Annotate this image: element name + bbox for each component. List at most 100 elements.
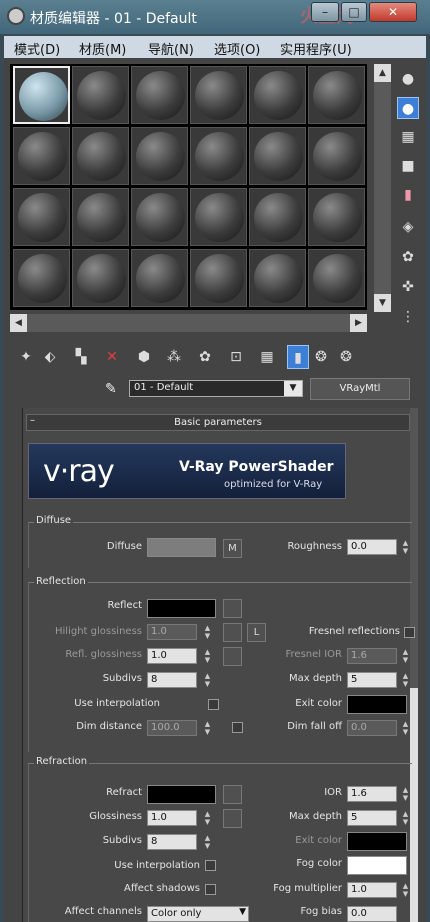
select-by-material-icon[interactable]: ✜ [397,276,419,298]
put-to-scene-icon[interactable]: ⬖ [39,345,61,369]
sample-slot[interactable] [72,188,129,246]
put-to-library-icon[interactable]: ✿ [194,345,216,369]
close-button[interactable]: ✕ [369,2,417,22]
menu-options[interactable]: 选项(O) [214,39,260,58]
lock-hilight-button[interactable]: L [247,623,266,642]
slot-horizontal-scrollbar[interactable]: ◀ ▶ [10,314,367,332]
minimize-button[interactable]: – [311,2,339,22]
sample-slot[interactable] [308,249,365,307]
eyedropper-icon[interactable]: ✎ [105,381,117,397]
refl-glossiness-input[interactable]: 1.0 [147,648,197,664]
make-preview-icon[interactable]: ◈ [397,216,419,238]
material-name-dropdown[interactable]: 01 - Default ▼ [129,380,303,397]
refl-glossiness-map-button[interactable] [223,647,242,666]
sample-slot[interactable] [72,66,129,124]
maximize-button[interactable]: □ [341,2,367,22]
sample-slot[interactable] [190,127,247,185]
rollout-header-basic-parameters[interactable]: Basic parameters [26,414,410,431]
fresnel-reflections-checkbox[interactable] [404,627,415,638]
rollout-collapse-icon[interactable]: – [30,415,35,426]
reflect-map-button[interactable] [223,599,242,618]
fog-multiplier-input[interactable]: 1.0 [347,882,397,898]
sample-slot[interactable] [190,66,247,124]
refract-color-swatch[interactable] [147,785,216,804]
scroll-down-icon[interactable]: ▼ [374,294,391,312]
sample-type-icon[interactable]: ● [397,68,419,90]
sample-slot[interactable] [190,188,247,246]
fresnel-ior-spinner[interactable]: ▲ ▼ [401,648,410,664]
refr-max-depth-input[interactable]: 5 [347,810,397,826]
menu-navigation[interactable]: 导航(N) [148,39,194,58]
material-map-navigator-icon[interactable]: ⋮ [397,306,419,328]
roughness-spinner[interactable]: ▲ ▼ [401,539,410,555]
material-type-button[interactable]: VRayMtl [310,378,410,400]
reset-map-icon[interactable]: ✕ [101,345,123,369]
menu-material[interactable]: 材质(M) [79,39,126,58]
max-depth-input[interactable]: 5 [347,672,397,688]
fog-color-swatch[interactable] [347,856,407,875]
subdivs-spinner[interactable]: ▲ ▼ [203,672,212,688]
background-icon[interactable]: ▦ [397,126,419,148]
sample-slot[interactable] [249,249,306,307]
sample-slot[interactable] [13,249,70,307]
glossiness-spinner[interactable]: ▲ ▼ [203,810,212,826]
max-depth-spinner[interactable]: ▲ ▼ [401,672,410,688]
glossiness-map-button[interactable] [223,809,242,828]
fog-multiplier-spinner[interactable]: ▲ ▼ [401,882,410,898]
dim-falloff-spinner[interactable]: ▲ ▼ [401,720,410,736]
make-copy-icon[interactable]: ⬢ [133,345,155,369]
refl-glossiness-spinner[interactable]: ▲ ▼ [203,648,212,664]
sample-slot[interactable] [72,127,129,185]
sample-slot[interactable] [131,249,188,307]
diffuse-color-swatch[interactable] [147,538,216,557]
assign-to-selection-icon[interactable]: ▚ [70,345,92,369]
refr-subdivs-spinner[interactable]: ▲ ▼ [203,834,212,850]
hilight-glossiness-input[interactable]: 1.0 [147,624,197,640]
sample-slot[interactable] [72,249,129,307]
dim-distance-input[interactable]: 100.0 [147,720,197,736]
fresnel-ior-input[interactable]: 1.6 [347,648,397,664]
ior-input[interactable]: 1.6 [347,786,397,802]
chevron-down-icon[interactable]: ▼ [284,381,302,396]
use-interpolation-checkbox[interactable] [208,699,219,710]
hilight-map-button[interactable] [223,623,242,642]
menu-utilities[interactable]: 实用程序(U) [280,39,352,58]
hilight-glossiness-spinner[interactable]: ▲ ▼ [203,624,212,640]
sample-uv-tiling-icon[interactable]: ■ [397,155,419,177]
dim-distance-spinner[interactable]: ▲ ▼ [203,720,212,736]
material-id-channel-icon[interactable]: ⊡ [225,345,247,369]
dim-falloff-input[interactable]: 0.0 [347,720,397,736]
diffuse-map-button[interactable]: M [223,539,242,558]
sample-slot[interactable] [131,66,188,124]
app-icon[interactable] [7,7,25,25]
sample-slot[interactable] [308,127,365,185]
sample-slot[interactable] [249,66,306,124]
sample-slot[interactable] [131,188,188,246]
sample-slot[interactable] [249,127,306,185]
options-icon[interactable]: ✿ [397,246,419,268]
sample-slot[interactable] [308,66,365,124]
refract-map-button[interactable] [223,785,242,804]
refr-max-depth-spinner[interactable]: ▲ ▼ [401,810,410,826]
roughness-input[interactable]: 0.0 [347,539,397,555]
show-map-icon[interactable]: ▦ [256,345,278,369]
refr-exit-color-swatch[interactable] [347,832,407,851]
glossiness-input[interactable]: 1.0 [147,810,197,826]
scroll-left-icon[interactable]: ◀ [10,314,27,332]
get-material-icon[interactable]: ✦ [15,345,37,369]
ior-spinner[interactable]: ▲ ▼ [401,786,410,802]
dim-distance-checkbox[interactable] [232,722,243,733]
show-end-result-icon[interactable]: ▮ [287,345,309,369]
affect-channels-dropdown[interactable]: Color only ▼ [147,906,249,922]
sample-slot[interactable] [13,66,70,124]
make-unique-icon[interactable]: ⁂ [163,345,185,369]
go-forward-sibling-icon[interactable]: ❂ [335,345,357,369]
sample-slot[interactable] [13,188,70,246]
affect-shadows-checkbox[interactable] [205,884,216,895]
scroll-right-icon[interactable]: ▶ [350,314,367,332]
sample-slot[interactable] [190,249,247,307]
slot-vertical-scrollbar[interactable]: ▲ ▼ [374,64,391,312]
sample-slot[interactable] [131,127,188,185]
backlight-icon[interactable]: ● [397,97,419,119]
refr-subdivs-input[interactable]: 8 [147,834,197,850]
